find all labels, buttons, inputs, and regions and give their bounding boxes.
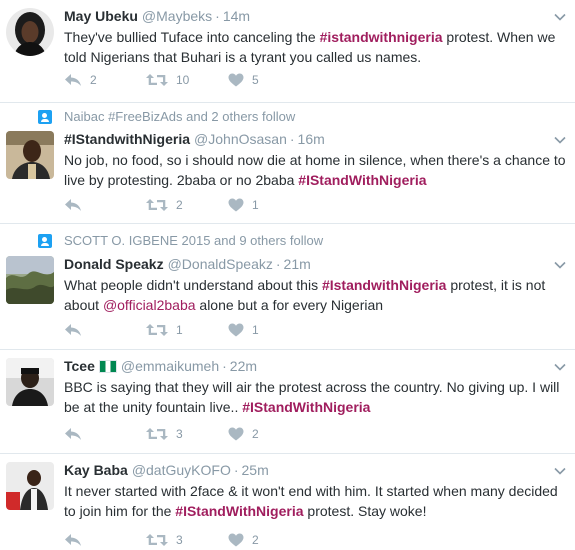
author-handle[interactable]: @emmaikumeh [121,358,219,374]
like-button[interactable]: 1 [228,323,310,337]
like-button[interactable]: 2 [228,427,310,441]
follow-person-icon [38,110,52,124]
retweet-button[interactable]: 10 [146,73,228,87]
chevron-down-icon[interactable] [553,133,567,147]
separator-dot: · [222,358,227,374]
retweet-icon [146,427,168,441]
chevron-down-icon[interactable] [553,258,567,272]
tweet-actions: 2 10 5 [64,70,310,90]
chevron-down-icon[interactable] [553,10,567,24]
separator-dot: · [233,462,239,478]
timestamp[interactable]: 21m [284,256,311,272]
timestamp[interactable]: 16m [298,131,325,147]
avatar[interactable] [6,8,54,56]
author-handle[interactable]: @Maybeks [142,8,212,24]
author-name[interactable]: Tcee [64,358,95,374]
tweet-text: It never started with 2face & it won't e… [64,483,558,519]
reply-button[interactable] [64,323,146,337]
chevron-down-icon[interactable] [553,360,567,374]
author-name[interactable]: Donald Speakz [64,256,164,272]
tweet[interactable]: SCOTT O. IGBENE 2015 and 9 others follow… [0,224,575,350]
separator-dot: · [289,131,295,147]
chevron-down-icon[interactable] [553,464,567,478]
reply-icon [64,323,82,337]
tweet-actions: 1 1 [64,320,310,340]
like-count: 1 [252,323,259,337]
retweet-count: 3 [176,427,183,441]
reply-button[interactable] [64,427,146,441]
tweet[interactable]: May Ubeku @Maybeks · 14m They've bullied Tu… [0,0,575,103]
hashtag-link[interactable]: #IStandWithNigeria [242,399,370,415]
hashtag-link[interactable]: #IStandWithNigeria [175,503,303,519]
hashtag-link[interactable]: #IstandwithNigeria [322,277,446,293]
tweet-header: May Ubeku @Maybeks · 14m [64,6,567,26]
hashtag-link[interactable]: #istandwithnigeria [320,29,443,45]
retweet-button[interactable]: 3 [146,427,228,441]
avatar[interactable] [6,131,54,179]
tweet-text: No job, no food, so i should now die at … [64,152,566,188]
reply-count: 2 [90,73,97,87]
tweet-header: #IStandwithNigeria @JohnOsasan · 16m [64,129,567,149]
heart-icon [228,198,244,212]
reply-button[interactable]: 2 [64,73,146,87]
separator-dot: · [275,256,281,272]
retweet-button[interactable]: 1 [146,323,228,337]
like-count: 5 [252,73,259,87]
reply-icon [64,198,82,212]
nigeria-flag-icon [98,360,117,373]
follow-person-icon [38,234,52,248]
timestamp[interactable]: 22m [230,358,257,374]
follow-context[interactable]: Naibac #FreeBizAds and 2 others follow [64,108,295,126]
avatar[interactable] [6,256,54,304]
avatar[interactable] [6,462,54,510]
author-name[interactable]: #IStandwithNigeria [64,131,190,147]
tweet-actions: 3 2 [64,530,310,550]
author-handle[interactable]: @JohnOsasan [194,131,287,147]
follow-context[interactable]: SCOTT O. IGBENE 2015 and 9 others follow [64,232,323,250]
retweet-icon [146,323,168,337]
tweet-actions: 2 1 [64,195,310,215]
tweet-header: Donald Speakz @DonaldSpeakz · 21m [64,254,567,274]
timestamp[interactable]: 14m [223,8,250,24]
tweet-header: Tcee @emmaikumeh · 22m [64,356,567,376]
tweet-actions: 3 2 [64,424,310,444]
like-count: 1 [252,198,259,212]
tweet-text: BBC is saying that they will air the pro… [64,379,560,415]
like-count: 2 [252,427,259,441]
heart-icon [228,323,244,337]
reply-button[interactable] [64,198,146,212]
tweet[interactable]: Tcee @emmaikumeh · 22m BBC is saying that t… [0,350,575,454]
tweet-text: They've bullied Tuface into canceling th… [64,29,556,65]
separator-dot: · [215,8,220,24]
timestamp[interactable]: 25m [242,462,269,478]
retweet-count: 10 [176,73,190,87]
tweet[interactable]: Naibac #FreeBizAds and 2 others follow #… [0,103,575,224]
tweet-text: What people didn't understand about this… [64,277,546,313]
avatar[interactable] [6,358,54,406]
author-handle[interactable]: @DonaldSpeakz [168,256,273,272]
tweet-header: Kay Baba @datGuyKOFO · 25m [64,460,567,480]
hashtag-link[interactable]: #IStandWithNigeria [298,172,426,188]
reply-icon [64,427,82,441]
retweet-count: 2 [176,198,183,212]
retweet-count: 1 [176,323,183,337]
reply-icon [64,73,82,87]
like-button[interactable]: 1 [228,198,310,212]
retweet-icon [146,73,168,87]
author-name[interactable]: May Ubeku [64,8,138,24]
like-button[interactable]: 5 [228,73,310,87]
tweet[interactable]: Kay Baba @datGuyKOFO · 25m It never started… [0,454,575,547]
author-handle[interactable]: @datGuyKOFO [132,462,231,478]
author-name[interactable]: Kay Baba [64,462,128,478]
heart-icon [228,427,244,441]
heart-icon [228,73,244,87]
retweet-button[interactable]: 2 [146,198,228,212]
mention-link[interactable]: @official2baba [103,297,196,313]
retweet-icon [146,198,168,212]
